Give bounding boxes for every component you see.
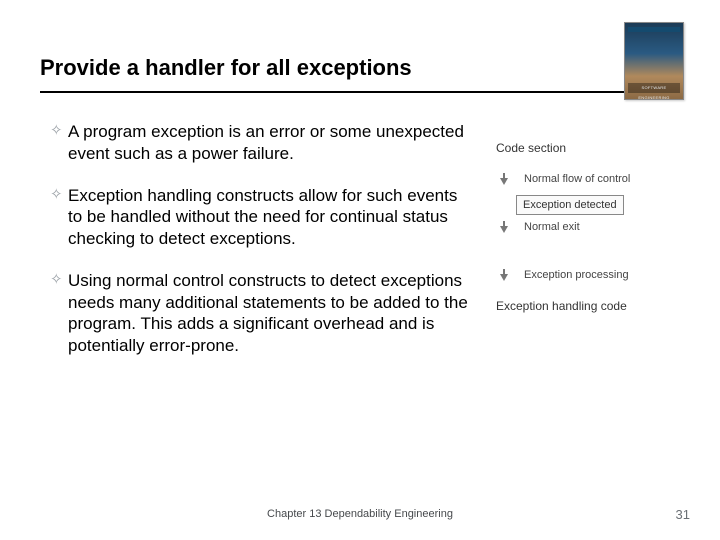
bullet-list: ✧ A program exception is an error or som… <box>40 121 478 377</box>
diagram-row: Normal exit <box>492 221 680 233</box>
diagram-row: Normal flow of control <box>492 173 680 185</box>
arrow-down-icon <box>492 173 516 185</box>
diagram-footer: Exception handling code <box>492 299 680 313</box>
bullet-marker-icon: ✧ <box>50 121 68 141</box>
content-row: ✧ A program exception is an error or som… <box>40 121 680 377</box>
arrow-down-icon <box>492 221 516 233</box>
diagram-box: Exception detected <box>516 195 624 215</box>
list-item: ✧ A program exception is an error or som… <box>50 121 474 165</box>
slide: SOFTWARE ENGINEERING Provide a handler f… <box>0 0 720 540</box>
diagram-label: Exception processing <box>516 269 680 281</box>
diagram-row: Exception processing <box>492 269 680 281</box>
page-number: 31 <box>676 507 690 522</box>
diagram-header: Code section <box>492 141 680 155</box>
bullet-text: Exception handling constructs allow for … <box>68 185 474 250</box>
exception-flow-diagram: Code section Normal flow of control Exce… <box>492 141 680 377</box>
bullet-marker-icon: ✧ <box>50 185 68 205</box>
arrow-down-icon <box>492 269 516 281</box>
diagram-row: Exception detected <box>492 195 680 215</box>
diagram-label: Normal flow of control <box>516 173 680 185</box>
bullet-marker-icon: ✧ <box>50 270 68 290</box>
bullet-text: Using normal control constructs to detec… <box>68 270 474 357</box>
footer-caption: Chapter 13 Dependability Engineering <box>0 508 720 520</box>
book-cover-title: SOFTWARE ENGINEERING <box>628 83 680 93</box>
list-item: ✧ Exception handling constructs allow fo… <box>50 185 474 250</box>
book-cover-accent <box>628 27 680 32</box>
list-item: ✧ Using normal control constructs to det… <box>50 270 474 357</box>
book-cover-image: SOFTWARE ENGINEERING <box>624 22 684 100</box>
page-title: Provide a handler for all exceptions <box>40 55 680 81</box>
diagram-label: Normal exit <box>516 221 680 233</box>
bullet-text: A program exception is an error or some … <box>68 121 474 165</box>
title-rule <box>40 91 680 93</box>
